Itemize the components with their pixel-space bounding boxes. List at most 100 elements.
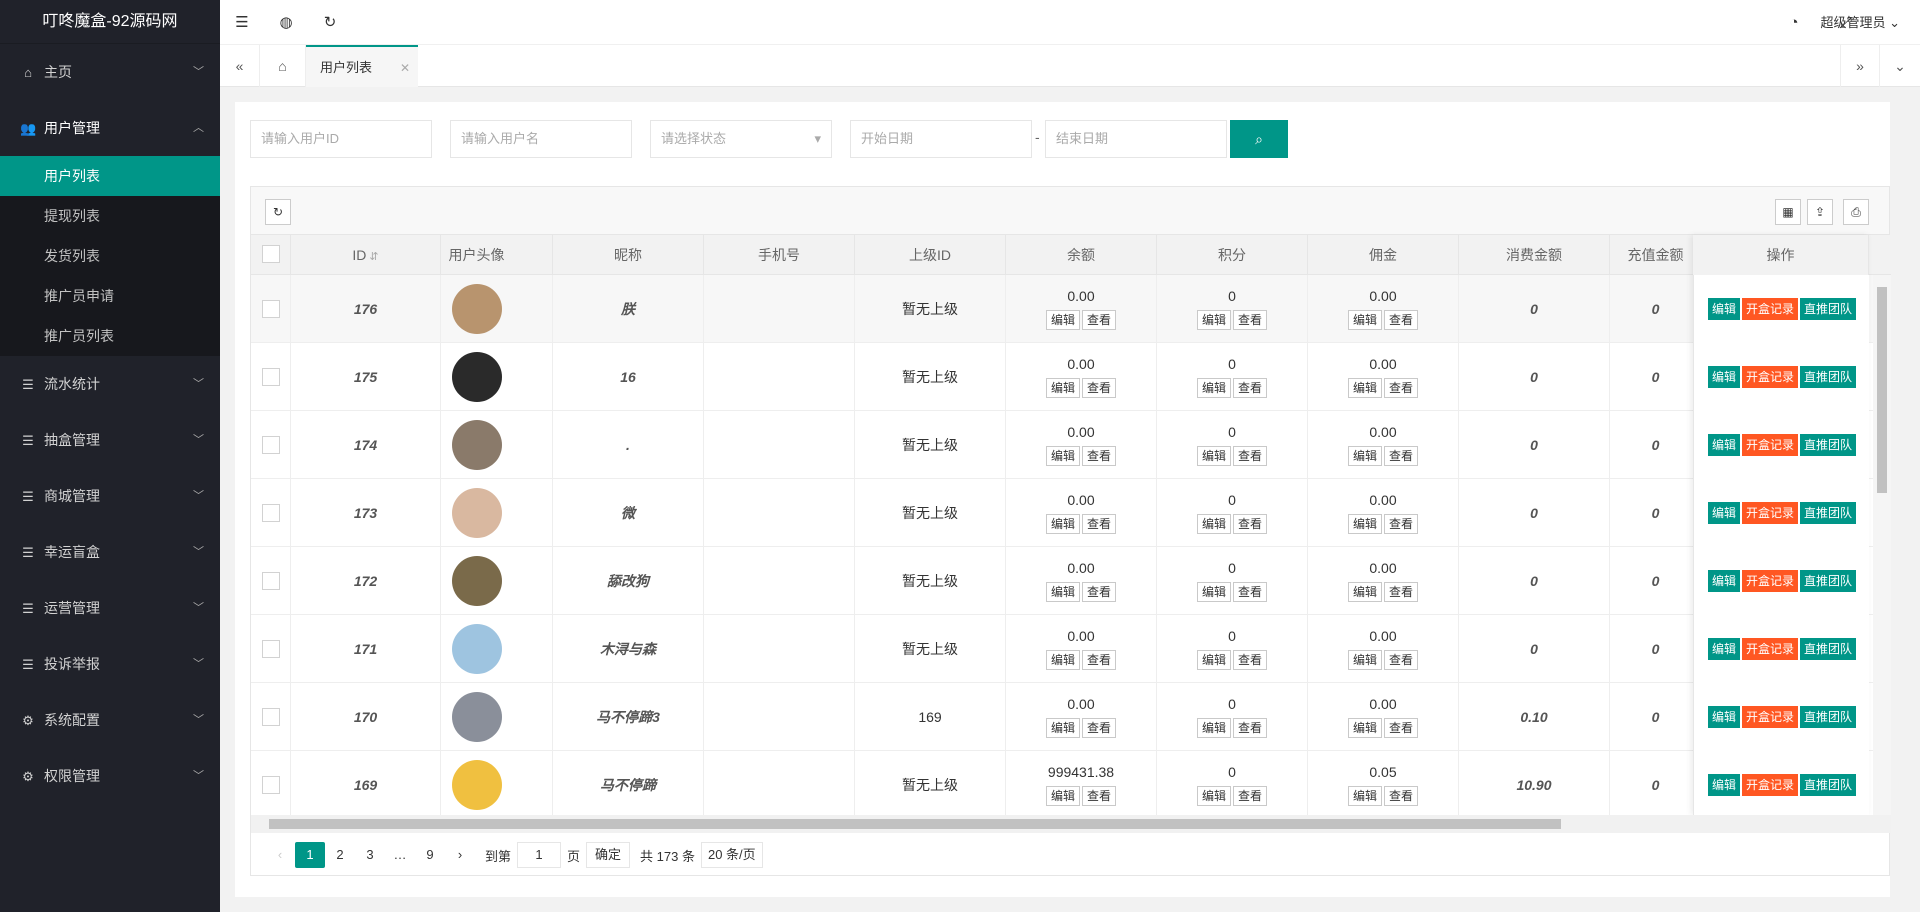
tabs-menu-chevron-icon[interactable]: ⌄ — [1880, 45, 1920, 87]
open-box-records-button[interactable]: 开盒记录 — [1742, 502, 1799, 524]
row-checkbox[interactable] — [261, 436, 280, 454]
horizontal-scrollbar[interactable] — [251, 815, 1891, 833]
submenu-item-4[interactable]: 推广员列表 — [0, 316, 220, 356]
sidebar-item-2[interactable]: ☰ 流水统计 ﹀ — [0, 356, 220, 412]
export-icon[interactable]: ⇪ — [1807, 199, 1833, 225]
row-checkbox[interactable] — [261, 572, 280, 590]
sidebar-item-6[interactable]: ☰ 运营管理 ﹀ — [0, 580, 220, 636]
edit-button[interactable]: 编辑 — [1708, 434, 1741, 456]
horizontal-scroll-thumb[interactable] — [269, 819, 1561, 829]
edit-points-button[interactable]: 编辑 — [1196, 718, 1231, 738]
view-points-button[interactable]: 查看 — [1233, 310, 1268, 330]
open-box-records-button[interactable]: 开盒记录 — [1742, 366, 1799, 388]
theme-icon[interactable]: ◔ — [1772, 0, 1816, 45]
view-balance-button[interactable]: 查看 — [1082, 718, 1117, 738]
edit-commission-button[interactable]: 编辑 — [1347, 310, 1382, 330]
edit-balance-button[interactable]: 编辑 — [1045, 446, 1080, 466]
edit-balance-button[interactable]: 编辑 — [1045, 582, 1080, 602]
edit-button[interactable]: 编辑 — [1708, 638, 1741, 660]
page-link[interactable]: 2 — [325, 842, 355, 868]
row-checkbox[interactable] — [261, 504, 280, 522]
edit-commission-button[interactable]: 编辑 — [1347, 718, 1382, 738]
sidebar-item-0[interactable]: ⌂ 主页 ﹀ — [0, 44, 220, 100]
open-box-records-button[interactable]: 开盒记录 — [1742, 638, 1799, 660]
edit-balance-button[interactable]: 编辑 — [1045, 378, 1080, 398]
submenu-item-1[interactable]: 提现列表 — [0, 196, 220, 236]
view-commission-button[interactable]: 查看 — [1384, 786, 1419, 806]
view-balance-button[interactable]: 查看 — [1082, 514, 1117, 534]
submenu-item-3[interactable]: 推广员申请 — [0, 276, 220, 316]
row-checkbox[interactable] — [261, 368, 280, 386]
open-box-records-button[interactable]: 开盒记录 — [1742, 434, 1799, 456]
direct-team-button[interactable]: 直推团队 — [1800, 298, 1857, 320]
edit-button[interactable]: 编辑 — [1708, 570, 1741, 592]
menu-toggle-icon[interactable]: ☰ — [220, 0, 264, 45]
status-select[interactable]: 请选择状态 ▾ — [650, 120, 832, 158]
view-points-button[interactable]: 查看 — [1233, 786, 1268, 806]
search-button[interactable]: ⌕ — [1230, 120, 1288, 158]
open-box-records-button[interactable]: 开盒记录 — [1742, 774, 1799, 796]
prev-page-icon[interactable]: ‹ — [265, 842, 295, 868]
next-page-icon[interactable]: › — [445, 842, 475, 868]
tab-user-list[interactable]: 用户列表 ✕ — [306, 45, 418, 87]
open-box-records-button[interactable]: 开盒记录 — [1742, 570, 1799, 592]
sidebar-item-4[interactable]: ☰ 商城管理 ﹀ — [0, 468, 220, 524]
direct-team-button[interactable]: 直推团队 — [1800, 366, 1857, 388]
direct-team-button[interactable]: 直推团队 — [1800, 638, 1857, 660]
edit-commission-button[interactable]: 编辑 — [1347, 650, 1382, 670]
view-commission-button[interactable]: 查看 — [1384, 378, 1419, 398]
view-balance-button[interactable]: 查看 — [1082, 786, 1117, 806]
page-link[interactable]: 9 — [415, 842, 445, 868]
tabs-right-icon[interactable]: » — [1840, 45, 1880, 87]
view-balance-button[interactable]: 查看 — [1082, 310, 1117, 330]
edit-commission-button[interactable]: 编辑 — [1347, 582, 1382, 602]
edit-commission-button[interactable]: 编辑 — [1347, 514, 1382, 534]
user-menu[interactable]: 超级管理员 ⌄ — [1820, 0, 1900, 45]
edit-commission-button[interactable]: 编辑 — [1347, 446, 1382, 466]
edit-balance-button[interactable]: 编辑 — [1045, 786, 1080, 806]
edit-balance-button[interactable]: 编辑 — [1045, 514, 1080, 534]
row-checkbox[interactable] — [261, 640, 280, 658]
globe-icon[interactable]: ◍ — [264, 0, 308, 45]
view-commission-button[interactable]: 查看 — [1384, 310, 1419, 330]
edit-commission-button[interactable]: 编辑 — [1347, 378, 1382, 398]
edit-button[interactable]: 编辑 — [1708, 298, 1741, 320]
username-input[interactable]: 请输入用户名 — [450, 120, 632, 158]
sidebar-item-9[interactable]: ⚙ 权限管理 ﹀ — [0, 748, 220, 804]
edit-balance-button[interactable]: 编辑 — [1045, 310, 1080, 330]
edit-button[interactable]: 编辑 — [1708, 366, 1741, 388]
table-refresh-icon[interactable]: ↻ — [265, 199, 291, 225]
end-date-input[interactable]: 结束日期 — [1045, 120, 1227, 158]
print-icon[interactable]: ⎙ — [1843, 199, 1869, 225]
edit-button[interactable]: 编辑 — [1708, 706, 1741, 728]
view-commission-button[interactable]: 查看 — [1384, 446, 1419, 466]
row-checkbox[interactable] — [261, 776, 280, 794]
view-points-button[interactable]: 查看 — [1233, 650, 1268, 670]
direct-team-button[interactable]: 直推团队 — [1800, 502, 1857, 524]
view-commission-button[interactable]: 查看 — [1384, 514, 1419, 534]
sidebar-item-7[interactable]: ☰ 投诉举报 ﹀ — [0, 636, 220, 692]
page-number-input[interactable]: 1 — [517, 842, 562, 868]
page-link[interactable]: 3 — [355, 842, 385, 868]
submenu-item-2[interactable]: 发货列表 — [0, 236, 220, 276]
edit-points-button[interactable]: 编辑 — [1196, 514, 1231, 534]
view-balance-button[interactable]: 查看 — [1082, 378, 1117, 398]
open-box-records-button[interactable]: 开盒记录 — [1742, 298, 1799, 320]
view-balance-button[interactable]: 查看 — [1082, 650, 1117, 670]
page-size-select[interactable]: 20 条/页 — [700, 842, 763, 868]
edit-points-button[interactable]: 编辑 — [1196, 310, 1231, 330]
view-balance-button[interactable]: 查看 — [1082, 582, 1117, 602]
user-id-input[interactable]: 请输入用户ID — [250, 120, 432, 158]
edit-balance-button[interactable]: 编辑 — [1045, 650, 1080, 670]
direct-team-button[interactable]: 直推团队 — [1800, 706, 1857, 728]
sort-icon[interactable]: ⇵ — [366, 251, 378, 263]
view-balance-button[interactable]: 查看 — [1082, 446, 1117, 466]
row-checkbox[interactable] — [261, 300, 280, 318]
view-points-button[interactable]: 查看 — [1233, 582, 1268, 602]
view-commission-button[interactable]: 查看 — [1384, 718, 1419, 738]
view-points-button[interactable]: 查看 — [1233, 514, 1268, 534]
edit-points-button[interactable]: 编辑 — [1196, 378, 1231, 398]
refresh-icon[interactable]: ↻ — [308, 0, 352, 45]
view-points-button[interactable]: 查看 — [1233, 378, 1268, 398]
sidebar-item-5[interactable]: ☰ 幸运盲盒 ﹀ — [0, 524, 220, 580]
